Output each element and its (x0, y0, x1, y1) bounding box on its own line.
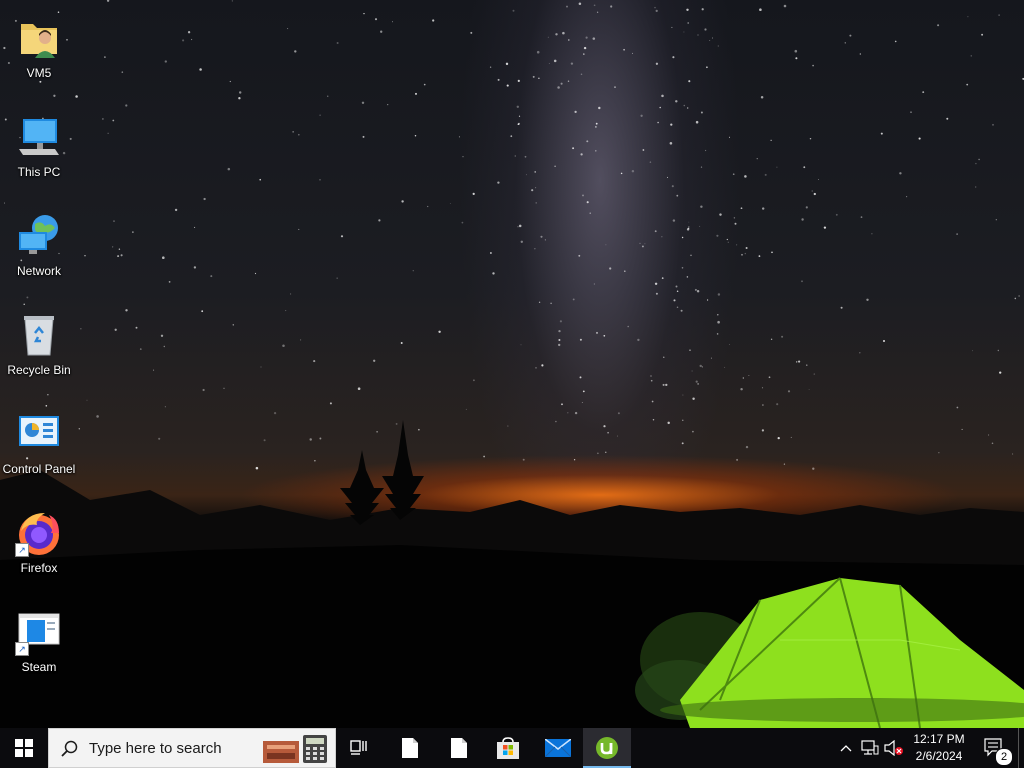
shortcut-arrow-icon: ↗ (15, 543, 29, 557)
task-view-button[interactable] (336, 728, 384, 768)
desktop-icon-label: Recycle Bin (7, 363, 71, 377)
shortcut-arrow-icon: ↗ (15, 642, 29, 656)
desktop-icon-firefox[interactable]: ↗ Firefox (0, 501, 78, 595)
desktop-icon-label: Firefox (20, 561, 58, 575)
search-icon (61, 740, 78, 757)
network-tray-icon (861, 740, 879, 755)
desktop-icon-label: Steam (21, 660, 57, 674)
user-folder-icon (15, 14, 63, 62)
desktop-icon-label: VM5 (26, 66, 52, 80)
chevron-up-icon (840, 745, 852, 752)
desktop-icon-label: Network (16, 264, 61, 278)
desktop-icon-vm5[interactable]: VM5 (0, 6, 78, 100)
search-placeholder: Type here to search (89, 740, 222, 757)
start-button[interactable] (0, 728, 48, 768)
network-tray-button[interactable] (858, 728, 882, 768)
volume-muted-icon (884, 740, 903, 756)
taskbar-file-1[interactable] (386, 728, 434, 768)
search-box[interactable]: Type here to search (48, 728, 336, 768)
computer-icon (15, 113, 63, 161)
desktop-icon-steam[interactable]: ↗ Steam (0, 600, 78, 694)
action-center-button[interactable]: 2 (978, 728, 1013, 768)
desktop-wallpaper (0, 0, 1024, 728)
desktop-icon-recycle-bin[interactable]: Recycle Bin (0, 303, 78, 397)
taskbar-file-2[interactable] (435, 728, 483, 768)
show-hidden-icons-button[interactable] (836, 728, 856, 768)
system-clock[interactable]: 12:17 PM 2/6/2024 (904, 731, 974, 765)
control-panel-icon (15, 410, 63, 458)
show-desktop-button[interactable] (1018, 728, 1024, 768)
search-highlight-icon (263, 735, 327, 763)
microsoft-store-icon (497, 737, 519, 759)
landscape-silhouette (0, 420, 1024, 728)
desktop-icon-control-panel[interactable]: Control Panel (0, 402, 78, 496)
utorrent-button[interactable] (583, 728, 631, 768)
network-icon (15, 212, 63, 260)
firefox-icon: ↗ (15, 509, 63, 557)
desktop-icon-label: This PC (17, 165, 61, 179)
desktop-icon-network[interactable]: Network (0, 204, 78, 298)
steam-icon: ↗ (15, 608, 63, 656)
recycle-bin-icon (15, 311, 63, 359)
desktop-icon-label: Control Panel (2, 462, 76, 476)
task-view-icon (350, 740, 367, 755)
clock-time: 12:17 PM (913, 732, 965, 746)
mail-icon (545, 739, 571, 757)
file-icon (402, 738, 418, 758)
mail-button[interactable] (534, 728, 582, 768)
file-icon (451, 738, 467, 758)
notification-count-badge: 2 (995, 748, 1013, 766)
volume-tray-button[interactable] (882, 728, 906, 768)
start-windows-icon (15, 739, 33, 757)
desktop-icon-this-pc[interactable]: This PC (0, 105, 78, 199)
taskbar: Type here to search 12:17 PM 2/6/2024 2 (0, 728, 1024, 768)
microsoft-store-button[interactable] (484, 728, 532, 768)
utorrent-icon (596, 737, 618, 759)
clock-date: 2/6/2024 (915, 749, 963, 763)
